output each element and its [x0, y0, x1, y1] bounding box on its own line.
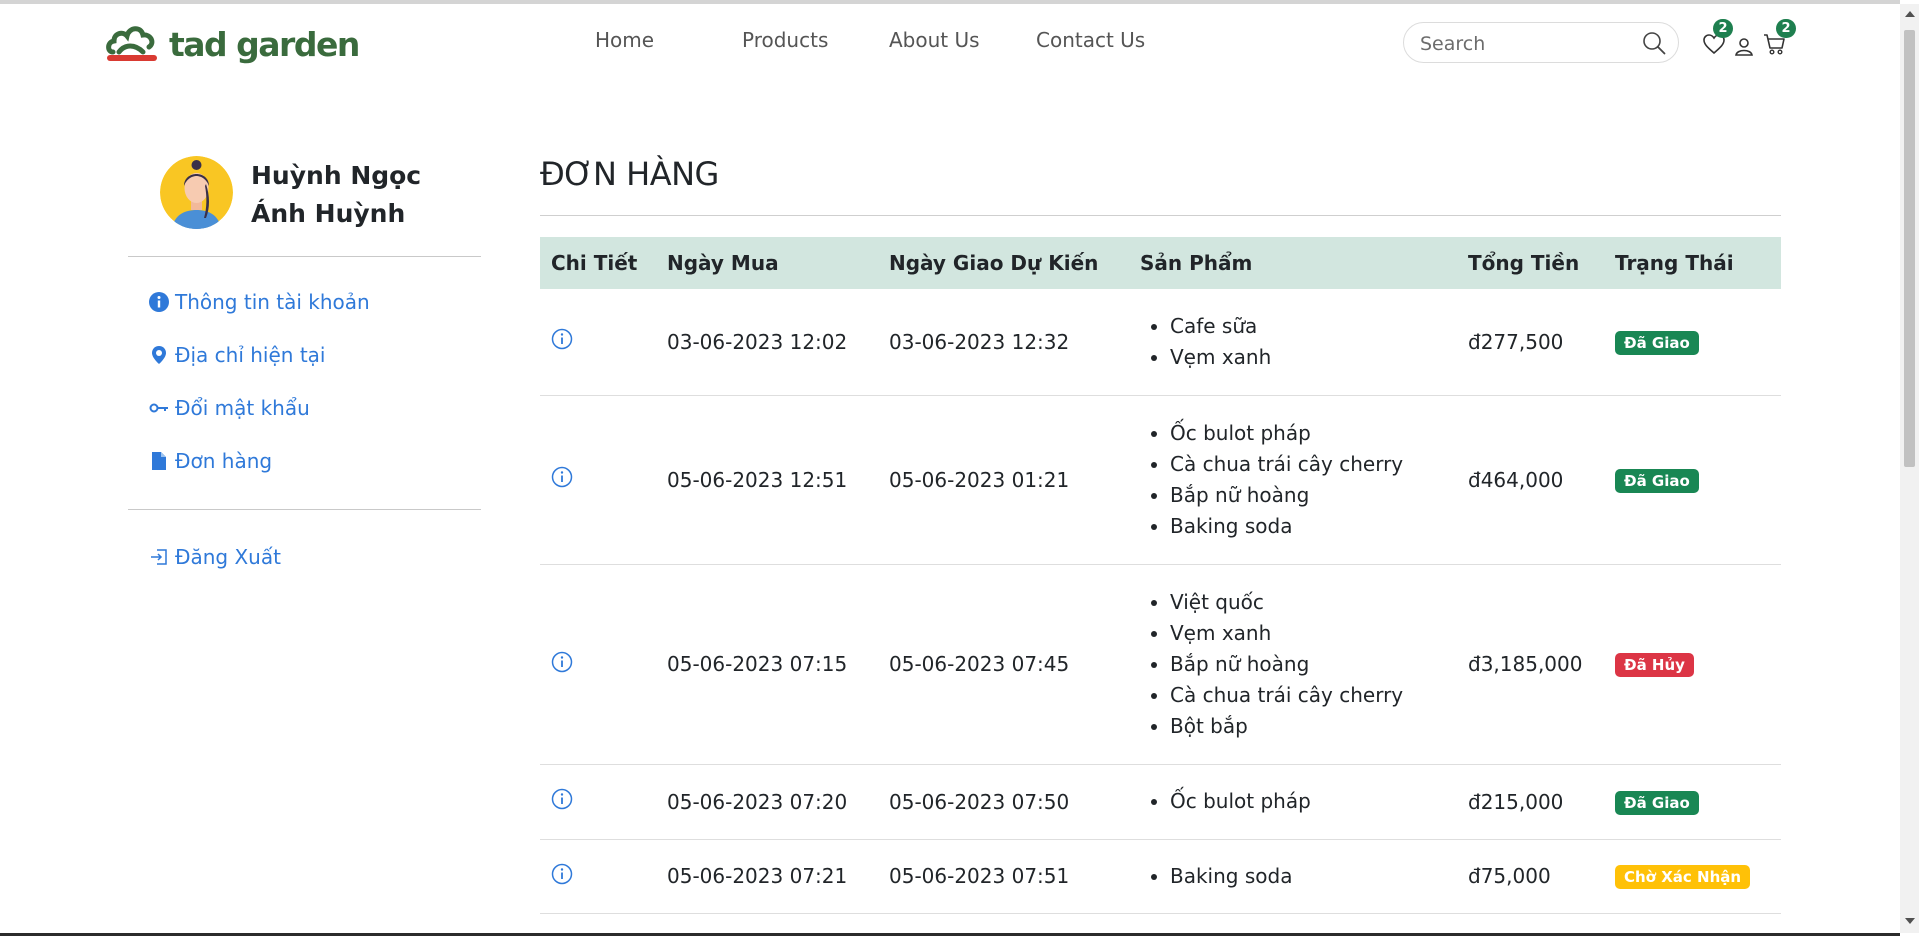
- order-detail-icon[interactable]: [551, 863, 573, 885]
- sidebar-item-address[interactable]: Địa chỉ hiện tại: [149, 343, 325, 367]
- product-item: Cà chua trái cây cherry: [1170, 680, 1457, 711]
- column-header: Tổng Tiền: [1468, 251, 1580, 275]
- logout-link[interactable]: Đăng Xuất: [149, 545, 281, 569]
- brand-logo[interactable]: tad garden: [105, 22, 360, 66]
- document-icon: [152, 452, 166, 470]
- product-item: Baking soda: [1170, 511, 1457, 542]
- product-item: Vẹm xanh: [1170, 342, 1457, 373]
- purchase-date: 05-06-2023 07:15: [667, 652, 848, 676]
- sidebar-divider: [128, 256, 481, 257]
- sidebar-item-label: Thông tin tài khoản: [175, 290, 370, 314]
- status-badge: Chờ Xác Nhận: [1615, 865, 1751, 889]
- order-total: đ464,000: [1468, 467, 1564, 492]
- logout-icon: [151, 549, 167, 565]
- logout-label: Đăng Xuất: [175, 545, 281, 569]
- delivery-date: 05-06-2023 07:50: [889, 789, 1070, 814]
- wishlist-count-badge: 2: [1713, 19, 1733, 38]
- user-name: Huỳnh Ngọc Ánh Huỳnh: [251, 161, 422, 228]
- sidebar-item-label: Đổi mật khẩu: [175, 396, 310, 420]
- delivery-date: 03-06-2023 12:32: [889, 329, 1070, 354]
- logo-cloud-icon: [105, 22, 159, 66]
- nav-contact-us[interactable]: Contact Us: [1036, 28, 1145, 52]
- purchase-date: 05-06-2023 12:51: [667, 467, 848, 492]
- user-icon[interactable]: [1732, 35, 1756, 59]
- product-list: Cafe sữa Vẹm xanh: [1140, 311, 1457, 373]
- search-icon[interactable]: [1642, 31, 1666, 55]
- product-list: Ốc bulot pháp Cà chua trái cây cherry Bắ…: [1140, 418, 1457, 542]
- order-total: đ3,185,000: [1468, 652, 1583, 676]
- product-item: Vẹm xanh: [1170, 618, 1457, 649]
- title-divider: [540, 215, 1781, 216]
- product-item: Cà chua trái cây cherry: [1170, 449, 1457, 480]
- column-header: Chi Tiết: [551, 251, 638, 275]
- table-row: 05-06-2023 07:20 05-06-2023 07:50 Ốc bul…: [540, 764, 1781, 839]
- avatar: [160, 156, 233, 229]
- scroll-up-arrow-icon[interactable]: [1905, 11, 1915, 17]
- product-item: Bắp nữ hoàng: [1170, 480, 1457, 511]
- key-icon: [149, 403, 168, 413]
- scrollbar-thumb[interactable]: [1904, 30, 1915, 467]
- table-row: 05-06-2023 12:51 05-06-2023 01:21 Ốc bul…: [540, 395, 1781, 564]
- sidebar-divider: [128, 509, 481, 510]
- product-item: Cafe sữa: [1170, 311, 1457, 342]
- product-list: Baking soda: [1140, 861, 1457, 892]
- product-item: Bột bắp: [1170, 711, 1457, 742]
- product-item: Việt quốc: [1170, 587, 1457, 618]
- product-list: Ốc bulot pháp: [1140, 786, 1457, 817]
- orders-table: Chi Tiết Ngày Mua Ngày Giao Dự Kiến Sản …: [540, 237, 1781, 914]
- status-badge: Đã Giao: [1615, 468, 1699, 493]
- order-detail-icon[interactable]: [551, 328, 573, 350]
- sidebar-item-label: Địa chỉ hiện tại: [175, 343, 326, 367]
- order-total: đ215,000: [1468, 789, 1564, 814]
- nav-products[interactable]: Products: [742, 28, 828, 52]
- table-row: 03-06-2023 12:02 03-06-2023 12:32 Cafe s…: [540, 289, 1781, 395]
- order-detail-icon[interactable]: [551, 466, 573, 488]
- product-item: Bắp nữ hoàng: [1170, 649, 1457, 680]
- column-header: Trạng Thái: [1615, 251, 1734, 275]
- order-detail-icon[interactable]: [551, 651, 573, 673]
- product-item: Baking soda: [1170, 861, 1457, 892]
- search-box: [1403, 22, 1679, 63]
- search-input[interactable]: [1418, 29, 1632, 59]
- table-row: 05-06-2023 07:15 05-06-2023 07:45 Việt q…: [540, 564, 1781, 764]
- column-header: Ngày Mua: [667, 251, 779, 275]
- column-header: Ngày Giao Dự Kiến: [889, 251, 1099, 275]
- sidebar-item-change-password[interactable]: Đổi mật khẩu: [149, 396, 310, 420]
- status-badge: Đã Giao: [1615, 790, 1699, 815]
- nav-about-us[interactable]: About Us: [889, 28, 980, 52]
- cart-count-badge: 2: [1776, 19, 1796, 38]
- scroll-down-arrow-icon[interactable]: [1905, 918, 1915, 924]
- order-total: đ277,500: [1468, 329, 1564, 354]
- vertical-scrollbar[interactable]: [1900, 4, 1919, 933]
- status-badge: Đã Hủy: [1615, 653, 1694, 677]
- purchase-date: 03-06-2023 12:02: [667, 329, 848, 354]
- product-item: Ốc bulot pháp: [1170, 418, 1457, 449]
- delivery-date: 05-06-2023 01:21: [889, 467, 1070, 492]
- order-total: đ75,000: [1468, 864, 1551, 888]
- sidebar-item-label: Đơn hàng: [175, 449, 273, 473]
- product-item: Ốc bulot pháp: [1170, 786, 1457, 817]
- delivery-date: 05-06-2023 07:45: [889, 652, 1070, 676]
- status-badge: Đã Giao: [1615, 330, 1699, 355]
- order-detail-icon[interactable]: [551, 788, 573, 810]
- product-list: Việt quốc Vẹm xanh Bắp nữ hoàng Cà chua …: [1140, 587, 1457, 742]
- purchase-date: 05-06-2023 07:21: [667, 864, 848, 888]
- map-pin-icon: [152, 346, 166, 364]
- info-circle-icon: [149, 292, 169, 312]
- purchase-date: 05-06-2023 07:20: [667, 789, 848, 814]
- window-top-border: [0, 0, 1900, 4]
- table-header-row: Chi Tiết Ngày Mua Ngày Giao Dự Kiến Sản …: [540, 237, 1781, 289]
- sidebar-item-orders[interactable]: Đơn hàng: [149, 449, 272, 473]
- sidebar-item-account-info[interactable]: Thông tin tài khoản: [149, 290, 370, 314]
- brand-name: tad garden: [169, 24, 360, 64]
- nav-home[interactable]: Home: [595, 28, 654, 52]
- page-title: ĐƠN HÀNG: [540, 155, 719, 193]
- delivery-date: 05-06-2023 07:51: [889, 864, 1070, 888]
- column-header: Sản Phẩm: [1140, 251, 1253, 275]
- table-row: 05-06-2023 07:21 05-06-2023 07:51 Baking…: [540, 839, 1781, 913]
